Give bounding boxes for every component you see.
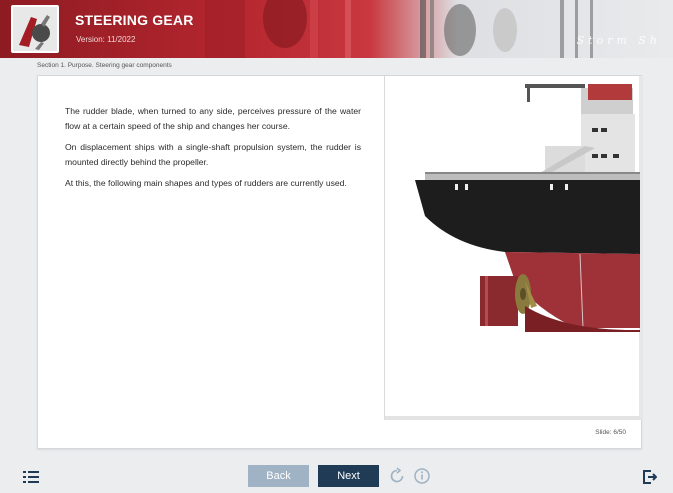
course-logo — [11, 5, 59, 53]
ship-stern-illustration — [384, 76, 642, 420]
banner-art — [205, 0, 593, 58]
paragraph-3: At this, the following main shapes and t… — [65, 178, 347, 188]
exit-icon[interactable] — [643, 470, 658, 484]
back-button[interactable]: Back — [248, 465, 309, 487]
next-button[interactable]: Next — [318, 465, 379, 487]
list-menu-icon[interactable] — [23, 470, 39, 483]
reload-icon[interactable] — [388, 467, 406, 485]
breadcrumb: Section 1. Purpose. Steering gear compon… — [37, 62, 172, 69]
info-icon[interactable] — [413, 467, 431, 485]
header-banner: STEERING GEAR Version: 11/2022 Storm Sh — [0, 0, 673, 58]
version-label: Version: 11/2022 — [76, 35, 136, 44]
brand-logo: Storm Sh — [576, 34, 661, 47]
paragraph-2: On displacement ships with a single-shaf… — [65, 142, 361, 167]
app-title: STEERING GEAR — [75, 12, 194, 28]
paragraph-1: The rudder blade, when turned to any sid… — [65, 106, 361, 131]
slide-counter: Slide: 6/50 — [595, 429, 626, 436]
slide-text: The rudder blade, when turned to any sid… — [65, 104, 361, 197]
slide-card: The rudder blade, when turned to any sid… — [37, 75, 642, 449]
